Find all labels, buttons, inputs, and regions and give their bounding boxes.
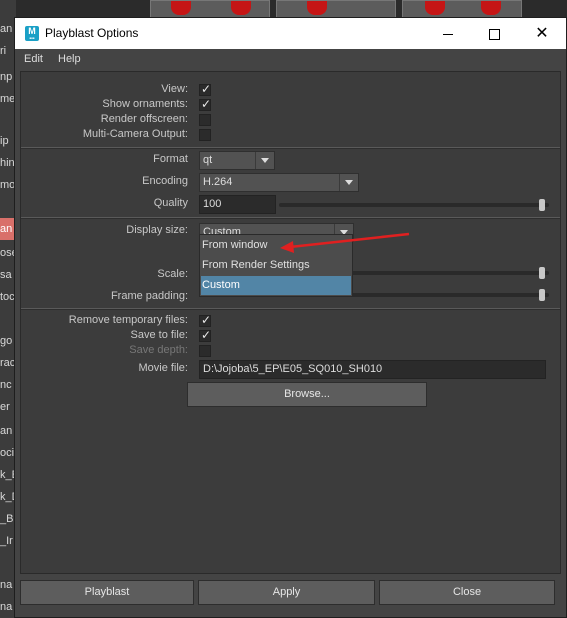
annotation-arrow-icon — [280, 232, 410, 253]
